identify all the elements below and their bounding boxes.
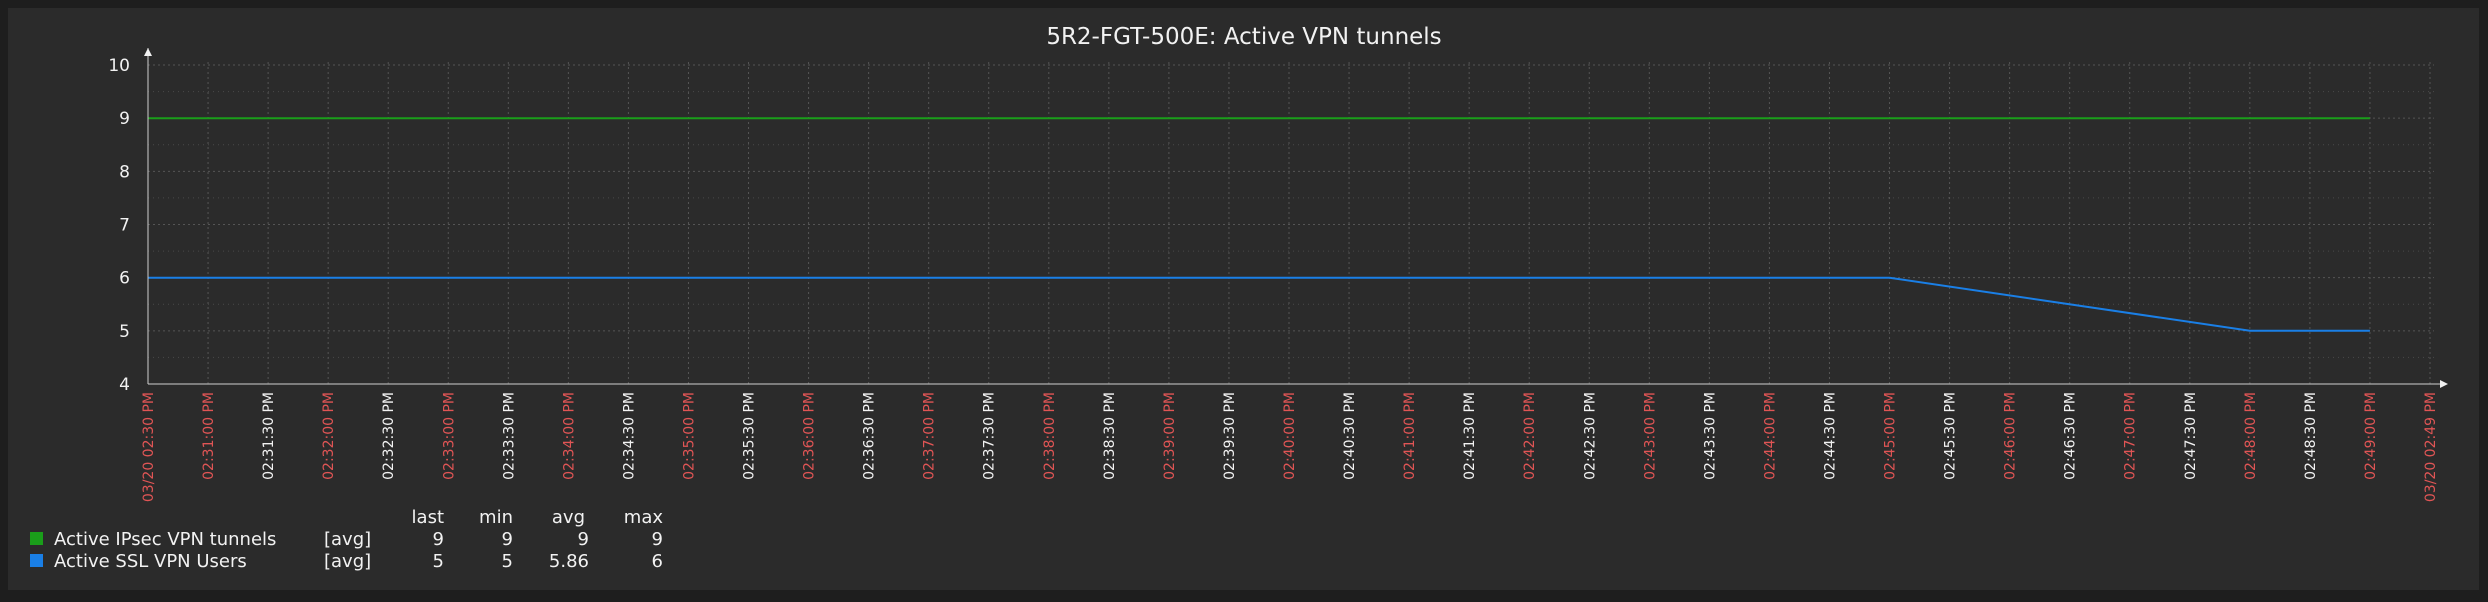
y-axis-tick-labels: 4 5 6 7 8 9 10 [108,56,130,395]
legend-header-last: last [412,507,444,528]
legend-swatch [30,532,43,545]
x-tick-label: 02:47:30 PM [2183,392,2199,480]
x-tick-label: 02:48:00 PM [2243,392,2259,480]
x-tick-label: 02:40:30 PM [1342,392,1358,480]
x-tick-label: 02:33:00 PM [441,392,457,480]
y-tick-label: 6 [119,269,130,289]
x-tick-label: 02:31:00 PM [201,392,217,480]
x-tick-label: 02:33:30 PM [501,392,517,480]
legend: last min avg max Active IPsec VPN tunnel… [30,507,663,572]
x-tick-label: 02:35:00 PM [681,392,697,480]
x-tick-label: 02:37:30 PM [982,392,998,480]
x-tick-label: 02:46:30 PM [2063,392,2079,480]
x-tick-label: 02:45:30 PM [1943,392,1959,480]
x-tick-label: 02:32:30 PM [381,392,397,480]
x-tick-label: 02:44:00 PM [1762,392,1778,480]
x-tick-label: 02:44:30 PM [1822,392,1838,480]
legend-series-func: [avg] [324,529,371,550]
x-tick-label: 02:49:00 PM [2363,392,2379,480]
y-tick-label: 8 [119,162,130,182]
y-tick-label: 7 [119,216,130,236]
x-tick-label: 02:40:00 PM [1282,392,1298,480]
x-tick-label: 02:42:00 PM [1522,392,1538,480]
legend-min-value: 5 [502,551,513,572]
x-tick-label: 02:31:30 PM [261,392,277,480]
y-tick-label: 5 [119,322,130,342]
x-tick-label: 02:46:00 PM [2003,392,2019,480]
legend-row: Active SSL VPN Users [avg] 5 5 5.86 6 [30,551,663,572]
x-tick-label: 02:34:00 PM [561,392,577,480]
legend-series-name: Active SSL VPN Users [54,551,247,572]
x-tick-label: 02:34:30 PM [621,392,637,480]
x-tick-label: 02:39:30 PM [1222,392,1238,480]
legend-max-value: 9 [652,529,663,550]
legend-series-func: [avg] [324,551,371,572]
x-tick-label: 02:43:30 PM [1702,392,1718,480]
legend-min-value: 9 [502,529,513,550]
legend-header-min: min [479,507,513,528]
grid-lines [148,62,2434,384]
x-tick-label: 02:38:00 PM [1042,392,1058,480]
y-axis-arrow-icon [144,48,152,56]
x-tick-label: 02:37:00 PM [922,392,938,480]
x-axis-tick-labels: 03/20 02:30 PM 02:31:00 PM 02:31:30 PM 02:3… [141,392,2439,502]
legend-header-max: max [624,507,664,528]
x-tick-label: 02:41:30 PM [1462,392,1478,480]
x-tick-label: 02:47:00 PM [2123,392,2139,480]
legend-header-avg: avg [552,507,585,528]
y-tick-label: 9 [119,109,130,129]
legend-avg-value: 5.86 [549,551,589,572]
x-tick-label: 02:39:00 PM [1162,392,1178,480]
legend-max-value: 6 [652,551,663,572]
x-tick-label: 02:45:00 PM [1883,392,1899,480]
x-tick-label: 03/20 02:49 PM [2423,392,2439,502]
legend-series-name: Active IPsec VPN tunnels [54,529,276,550]
x-tick-label: 02:42:30 PM [1582,392,1598,480]
legend-avg-value: 9 [578,529,589,550]
x-tick-label: 02:36:30 PM [862,392,878,480]
x-tick-label: 03/20 02:30 PM [141,392,157,502]
graph-svg: 5R2-FGT-500E: Active VPN tunnels 4 5 6 7 8 9 1… [30,24,2448,572]
legend-row: Active IPsec VPN tunnels [avg] 9 9 9 9 [30,529,663,550]
x-tick-label: 02:32:00 PM [321,392,337,480]
x-tick-label: 02:41:00 PM [1402,392,1418,480]
y-tick-label: 4 [119,375,130,395]
axes [144,48,2448,388]
y-tick-label: 10 [108,56,130,76]
x-tick-label: 02:35:30 PM [742,392,758,480]
chart-title: 5R2-FGT-500E: Active VPN tunnels [1046,24,1441,50]
x-axis-arrow-icon [2440,380,2448,388]
legend-last-value: 5 [433,551,444,572]
x-tick-label: 02:43:00 PM [1642,392,1658,480]
legend-last-value: 9 [433,529,444,550]
legend-swatch [30,554,43,567]
x-tick-label: 02:38:30 PM [1102,392,1118,480]
x-tick-label: 02:48:30 PM [2303,392,2319,480]
x-tick-label: 02:36:00 PM [802,392,818,480]
